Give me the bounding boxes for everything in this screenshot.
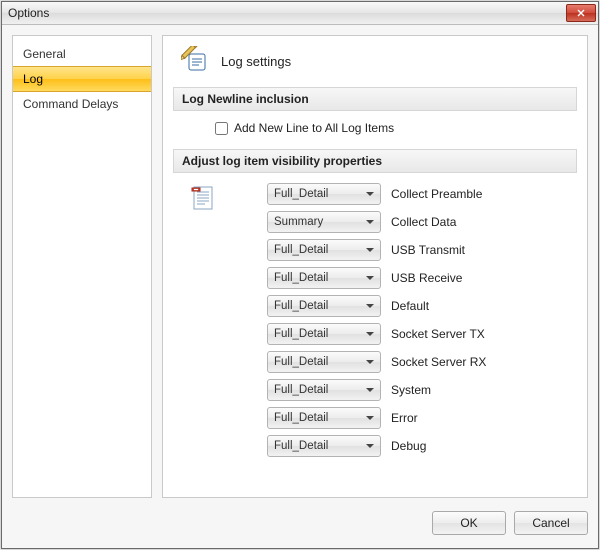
visibility-rows: Full_Detail Collect Preamble Summary Collec… [247, 183, 569, 457]
main-panel: Log settings Log Newline inclusion Add N… [162, 35, 588, 498]
visibility-row: Full_Detail Socket Server RX [267, 351, 569, 373]
visibility-row: Full_Detail System [267, 379, 569, 401]
visibility-dropdown[interactable]: Summary [267, 211, 381, 233]
chevron-down-icon [366, 332, 374, 336]
dropdown-value: Full_Detail [274, 272, 328, 284]
ok-button[interactable]: OK [432, 511, 506, 535]
visibility-dropdown[interactable]: Full_Detail [267, 407, 381, 429]
chevron-down-icon [366, 444, 374, 448]
chevron-down-icon [366, 276, 374, 280]
document-icon [191, 200, 217, 214]
visibility-label: System [391, 383, 431, 397]
chevron-down-icon [366, 304, 374, 308]
visibility-dropdown[interactable]: Full_Detail [267, 239, 381, 261]
visibility-dropdown[interactable]: Full_Detail [267, 351, 381, 373]
close-icon [577, 6, 585, 20]
page-header: Log settings [173, 46, 577, 77]
visibility-row: Full_Detail Debug [267, 435, 569, 457]
sidebar: General Log Command Delays [12, 35, 152, 498]
sidebar-item-label: Command Delays [23, 97, 118, 111]
visibility-label: Collect Preamble [391, 187, 482, 201]
visibility-row: Full_Detail USB Receive [267, 267, 569, 289]
doc-icon-column [181, 183, 223, 457]
titlebar: Options [2, 2, 598, 25]
section-heading-newline: Log Newline inclusion [173, 87, 577, 111]
section-body-visibility: Full_Detail Collect Preamble Summary Collec… [173, 173, 577, 461]
dropdown-value: Summary [274, 216, 323, 228]
window-title: Options [8, 6, 566, 20]
sidebar-item-general[interactable]: General [13, 42, 151, 66]
visibility-dropdown[interactable]: Full_Detail [267, 379, 381, 401]
visibility-row: Summary Collect Data [267, 211, 569, 233]
dropdown-value: Full_Detail [274, 356, 328, 368]
dropdown-value: Full_Detail [274, 188, 328, 200]
visibility-row: Full_Detail Socket Server TX [267, 323, 569, 345]
chevron-down-icon [366, 388, 374, 392]
dropdown-value: Full_Detail [274, 328, 328, 340]
dropdown-value: Full_Detail [274, 412, 328, 424]
ok-button-label: OK [460, 516, 477, 530]
main-content: Log settings Log Newline inclusion Add N… [163, 36, 587, 497]
chevron-down-icon [366, 360, 374, 364]
visibility-dropdown[interactable]: Full_Detail [267, 267, 381, 289]
visibility-label: USB Receive [391, 271, 462, 285]
visibility-label: Error [391, 411, 418, 425]
visibility-dropdown[interactable]: Full_Detail [267, 435, 381, 457]
add-newline-row[interactable]: Add New Line to All Log Items [181, 121, 569, 135]
visibility-label: USB Transmit [391, 243, 465, 257]
visibility-label: Socket Server TX [391, 327, 485, 341]
cancel-button-label: Cancel [532, 516, 569, 530]
visibility-dropdown[interactable]: Full_Detail [267, 183, 381, 205]
visibility-dropdown[interactable]: Full_Detail [267, 323, 381, 345]
visibility-label: Collect Data [391, 215, 456, 229]
chevron-down-icon [366, 248, 374, 252]
visibility-label: Socket Server RX [391, 355, 486, 369]
visibility-row: Full_Detail Error [267, 407, 569, 429]
close-button[interactable] [566, 4, 596, 22]
options-dialog: Options General Log Command Delays [1, 1, 599, 549]
visibility-dropdown[interactable]: Full_Detail [267, 295, 381, 317]
add-newline-checkbox[interactable] [215, 122, 228, 135]
chevron-down-icon [366, 220, 374, 224]
dropdown-value: Full_Detail [274, 300, 328, 312]
visibility-row: Full_Detail Default [267, 295, 569, 317]
dialog-body: General Log Command Delays [2, 25, 598, 504]
chevron-down-icon [366, 192, 374, 196]
chevron-down-icon [366, 416, 374, 420]
visibility-row: Full_Detail USB Transmit [267, 239, 569, 261]
dropdown-value: Full_Detail [274, 440, 328, 452]
dropdown-value: Full_Detail [274, 244, 328, 256]
sidebar-item-label: General [23, 47, 66, 61]
visibility-label: Debug [391, 439, 426, 453]
visibility-row: Full_Detail Collect Preamble [267, 183, 569, 205]
sidebar-item-log[interactable]: Log [13, 66, 151, 92]
page-title: Log settings [221, 54, 291, 69]
section-body-newline: Add New Line to All Log Items [173, 111, 577, 149]
sidebar-item-command-delays[interactable]: Command Delays [13, 92, 151, 116]
pencil-note-icon [181, 46, 209, 77]
sidebar-item-label: Log [23, 72, 43, 86]
cancel-button[interactable]: Cancel [514, 511, 588, 535]
add-newline-label: Add New Line to All Log Items [234, 121, 394, 135]
visibility-label: Default [391, 299, 429, 313]
section-heading-visibility: Adjust log item visibility properties [173, 149, 577, 173]
dialog-footer: OK Cancel [2, 504, 598, 548]
dropdown-value: Full_Detail [274, 384, 328, 396]
